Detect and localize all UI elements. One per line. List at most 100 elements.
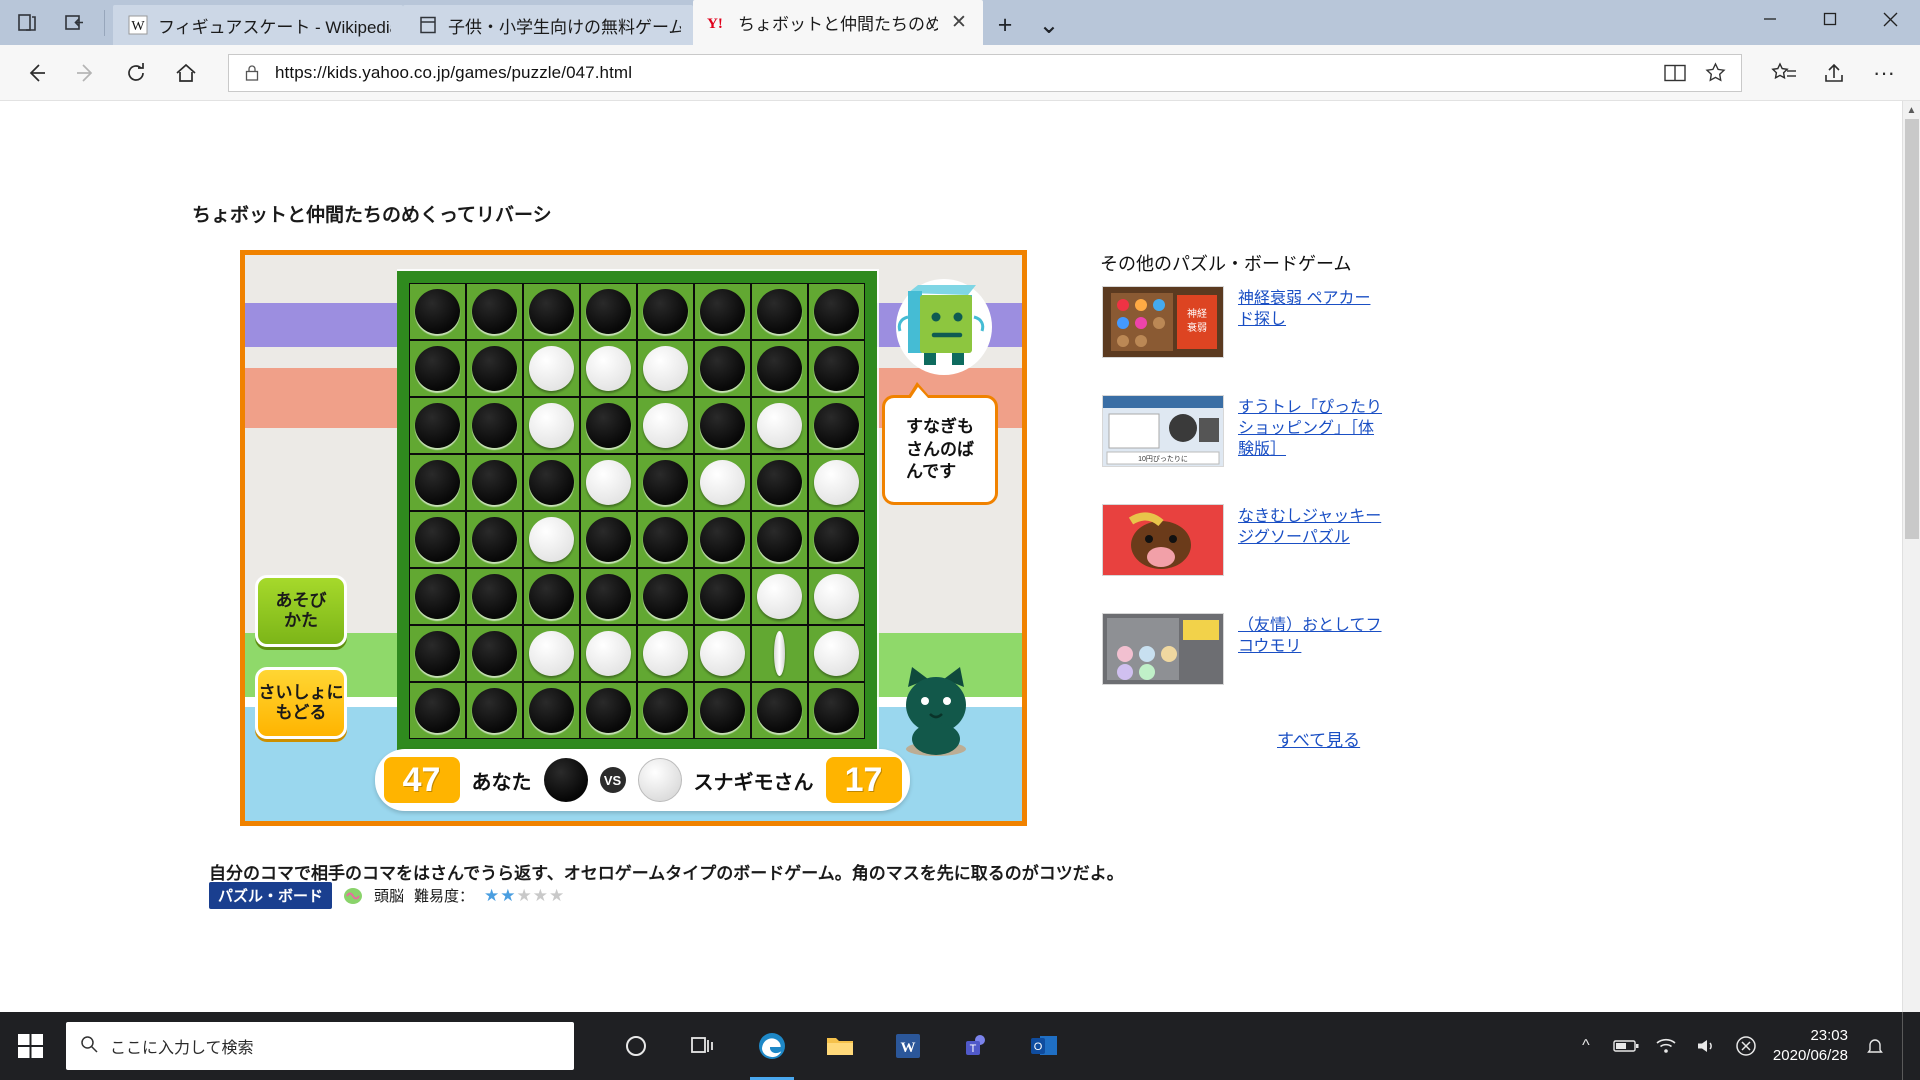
category-tag[interactable]: パズル・ボード [209,882,333,909]
board-cell-r1c6[interactable] [694,283,751,340]
more-options-icon[interactable]: ··· [1860,50,1908,96]
board-cell-r1c8[interactable] [808,283,865,340]
scroll-up-arrow[interactable]: ▲ [1903,101,1920,119]
teams-icon[interactable]: T [946,1012,1006,1080]
board-cell-r4c6[interactable] [694,454,751,511]
forward-button[interactable] [62,50,110,96]
windows-start-icon[interactable] [0,1012,62,1080]
shopping-game-thumb[interactable]: 10円ぴったりに [1102,395,1224,467]
board-cell-r2c5[interactable] [637,340,694,397]
close-button[interactable] [1860,0,1920,38]
see-all-link[interactable]: すべて見る [1277,726,1360,751]
board-cell-r3c2[interactable] [466,397,523,454]
bat-game-thumb[interactable] [1102,613,1224,685]
jigsaw-game-thumb[interactable] [1102,504,1224,576]
sidebar-link-3[interactable]: （友情）おとしてフコウモリ [1238,613,1386,685]
board-cell-r5c3[interactable] [523,511,580,568]
board-cell-r8c8[interactable] [808,682,865,739]
board-cell-r4c5[interactable] [637,454,694,511]
close-icon[interactable]: ✕ [947,11,971,35]
board-cell-r4c4[interactable] [580,454,637,511]
board-cell-r6c1[interactable] [409,568,466,625]
sidebar-link-2[interactable]: なきむしジャッキー ジグソーパズル [1238,504,1386,576]
home-button[interactable] [162,50,210,96]
sidebar-item-3[interactable]: （友情）おとしてフコウモリ [1102,613,1386,685]
browser-tab-2[interactable]: 子供・小学生向けの無料ゲーム [403,5,693,45]
board-cell-r7c3[interactable] [523,625,580,682]
edge-icon[interactable] [742,1012,802,1080]
board-cell-r7c2[interactable] [466,625,523,682]
board-cell-r8c7[interactable] [751,682,808,739]
board-cell-r2c2[interactable] [466,340,523,397]
board-cell-r7c8[interactable] [808,625,865,682]
board-cell-r4c1[interactable] [409,454,466,511]
board-cell-r6c5[interactable] [637,568,694,625]
board-cell-r8c2[interactable] [466,682,523,739]
scrollbar-thumb[interactable] [1905,119,1919,539]
back-button[interactable] [12,50,60,96]
set-aside-icon[interactable] [54,3,96,43]
favorites-hub-icon[interactable] [1760,50,1808,96]
board-cell-r2c6[interactable] [694,340,751,397]
board-cell-r2c8[interactable] [808,340,865,397]
board-cell-r8c5[interactable] [637,682,694,739]
board-cell-r7c1[interactable] [409,625,466,682]
board-cell-r3c5[interactable] [637,397,694,454]
board-cell-r4c8[interactable] [808,454,865,511]
board-cell-r7c6[interactable] [694,625,751,682]
board-cell-r1c4[interactable] [580,283,637,340]
board-cell-r2c3[interactable] [523,340,580,397]
board-cell-r1c2[interactable] [466,283,523,340]
sidebar-item-0[interactable]: 神経 衰弱 神経衰弱 ペアカード探し [1102,286,1386,358]
action-center-icon[interactable] [1733,1036,1759,1056]
address-bar[interactable]: https://kids.yahoo.co.jp/games/puzzle/04… [228,53,1742,92]
board-cell-r5c1[interactable] [409,511,466,568]
board-cell-r3c1[interactable] [409,397,466,454]
sidebar-link-0[interactable]: 神経衰弱 ペアカード探し [1238,286,1386,358]
board-cell-r8c4[interactable] [580,682,637,739]
board-cell-r5c7[interactable] [751,511,808,568]
board-cell-r6c2[interactable] [466,568,523,625]
chevron-down-icon[interactable]: ⌄ [1027,5,1071,45]
board-cell-r1c3[interactable] [523,283,580,340]
reversi-board[interactable] [397,271,877,751]
board-cell-r7c5[interactable] [637,625,694,682]
task-view-icon[interactable] [674,1012,734,1080]
board-cell-r5c4[interactable] [580,511,637,568]
sidebar-item-1[interactable]: 10円ぴったりに すうトレ「ぴったりショッピング」［体験版］ [1102,395,1386,467]
board-cell-r5c2[interactable] [466,511,523,568]
board-cell-r7c7[interactable] [751,625,808,682]
notification-bell-icon[interactable] [1862,1036,1888,1056]
star-icon[interactable] [1695,56,1735,90]
browser-tab-1[interactable]: W フィギュアスケート - Wikipedia [113,5,403,45]
show-desktop-button[interactable] [1902,1012,1912,1080]
board-cell-r3c7[interactable] [751,397,808,454]
tab-preview-icon[interactable] [6,3,48,43]
minimize-button[interactable] [1740,0,1800,38]
board-cell-r6c7[interactable] [751,568,808,625]
memory-game-thumb[interactable]: 神経 衰弱 [1102,286,1224,358]
board-cell-r3c4[interactable] [580,397,637,454]
board-cell-r1c1[interactable] [409,283,466,340]
board-cell-r3c6[interactable] [694,397,751,454]
cortana-icon[interactable] [606,1012,666,1080]
board-cell-r6c3[interactable] [523,568,580,625]
board-cell-r8c6[interactable] [694,682,751,739]
board-cell-r5c5[interactable] [637,511,694,568]
sidebar-link-1[interactable]: すうトレ「ぴったりショッピング」［体験版］ [1238,395,1386,467]
board-cell-r1c5[interactable] [637,283,694,340]
new-tab-button[interactable]: + [983,5,1027,45]
how-to-play-button[interactable]: あそび かた [255,575,347,647]
page-scrollbar[interactable]: ▲ ▼ [1902,101,1920,1080]
reading-view-icon[interactable] [1655,56,1695,90]
board-cell-r4c7[interactable] [751,454,808,511]
battery-icon[interactable] [1613,1039,1639,1053]
wifi-icon[interactable] [1653,1037,1679,1055]
search-input[interactable]: ここに入力して検索 [66,1022,574,1070]
board-cell-r2c1[interactable] [409,340,466,397]
folder-icon[interactable] [810,1012,870,1080]
board-cell-r6c4[interactable] [580,568,637,625]
volume-icon[interactable] [1693,1037,1719,1055]
maximize-button[interactable] [1800,0,1860,38]
board-cell-r2c4[interactable] [580,340,637,397]
